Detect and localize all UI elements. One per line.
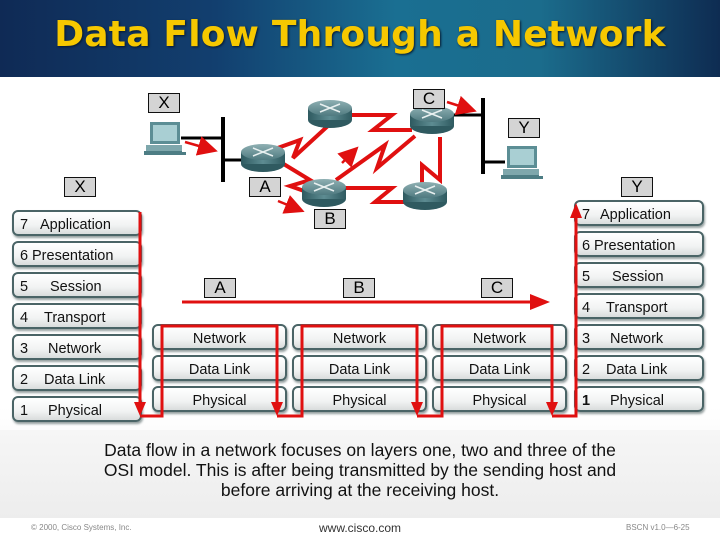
- layer-number: 1: [582, 393, 591, 409]
- router-icon[interactable]: [403, 182, 447, 210]
- osi-router-b-label: B: [343, 278, 375, 298]
- host-x-label: X: [148, 93, 180, 113]
- footer-url[interactable]: www.cisco.com: [0, 521, 720, 535]
- host-y-label: Y: [508, 118, 540, 138]
- sender-layer-application: 7 Application: [12, 210, 142, 236]
- layer-name: Session: [50, 279, 102, 295]
- link-bottom-c: [420, 137, 442, 185]
- layer-number: 3: [20, 341, 29, 357]
- router-b-layer-network: Network: [292, 324, 427, 350]
- layer-name: Network: [610, 331, 664, 347]
- layer-number: 4: [582, 300, 591, 316]
- router-icon[interactable]: [308, 100, 352, 128]
- router-c-layer-physical: Physical: [432, 386, 567, 412]
- layer-number: 3: [582, 331, 591, 347]
- receiver-layer-transport: 4 Transport: [574, 293, 704, 319]
- router-c-layer-network: Network: [432, 324, 567, 350]
- caption-text: Data flow in a network focuses on layers…: [40, 440, 680, 500]
- caption-line-3: before arriving at the receiving host.: [220, 480, 500, 500]
- layer-name: Physical: [610, 393, 664, 409]
- layer-name: Physical: [48, 403, 102, 419]
- arrow-c-to-lan: [446, 95, 477, 115]
- footer-slide-id: BSCN v1.0—6-25: [626, 523, 690, 532]
- layer-number: 4: [20, 310, 29, 326]
- receiver-layer-session: 5 Session: [574, 262, 704, 288]
- layer-number: 1: [20, 403, 29, 419]
- receiver-layer-application: 7 Application: [574, 200, 704, 226]
- layer-number: 6: [582, 238, 591, 254]
- layer-name: Data Link: [606, 362, 668, 378]
- layer-number: 6: [20, 248, 29, 264]
- layer-name: Transport: [606, 300, 668, 316]
- sender-layer-data-link: 2 Data Link: [12, 365, 142, 391]
- layer-number: 2: [20, 372, 29, 388]
- computer-icon[interactable]: [144, 122, 186, 155]
- caption-line-2: OSI model. This is after being transmitt…: [103, 460, 617, 480]
- layer-name: Transport: [44, 310, 106, 326]
- arrow-a-to-b: [277, 195, 305, 214]
- layer-number: 7: [20, 217, 29, 233]
- layer-number: 2: [582, 362, 591, 378]
- router-a-layer-data-link: Data Link: [152, 355, 287, 381]
- receiver-label: Y: [621, 177, 653, 197]
- arrow-b-to-c: [337, 146, 359, 168]
- router-b-layer-physical: Physical: [292, 386, 427, 412]
- router-icon[interactable]: [302, 179, 346, 207]
- sender-layer-physical: 1 Physical: [12, 396, 142, 422]
- layer-number: 7: [582, 207, 591, 223]
- osi-router-c-label: C: [481, 278, 513, 298]
- layer-number: 5: [20, 279, 29, 295]
- router-a-label: A: [249, 177, 281, 197]
- link-b-bottom: [345, 186, 405, 204]
- layer-number: 5: [582, 269, 591, 285]
- router-a-layer-physical: Physical: [152, 386, 287, 412]
- computer-icon[interactable]: [501, 146, 543, 179]
- sender-label: X: [64, 177, 96, 197]
- router-b-label: B: [314, 209, 346, 229]
- layer-name: Presentation: [32, 248, 114, 264]
- router-c-layer-data-link: Data Link: [432, 355, 567, 381]
- layer-name: Session: [612, 269, 664, 285]
- receiver-layer-data-link: 2 Data Link: [574, 355, 704, 381]
- arrow-x-to-lan: [184, 136, 218, 156]
- osi-router-a-label: A: [204, 278, 236, 298]
- link-top-c: [350, 113, 412, 132]
- router-icon[interactable]: [410, 106, 454, 134]
- router-c-label: C: [413, 89, 445, 109]
- layer-name: Application: [600, 207, 671, 223]
- router-a-layer-network: Network: [152, 324, 287, 350]
- caption-line-1: Data flow in a network focuses on layers…: [104, 440, 616, 460]
- lan-segment-y: [450, 98, 505, 174]
- sender-layer-transport: 4 Transport: [12, 303, 142, 329]
- layer-name: Application: [40, 217, 111, 233]
- receiver-layer-presentation: 6 Presentation: [574, 231, 704, 257]
- receiver-layer-physical: 1 Physical: [574, 386, 704, 412]
- router-icon[interactable]: [241, 144, 285, 172]
- sender-layer-network: 3 Network: [12, 334, 142, 360]
- receiver-layer-network: 3 Network: [574, 324, 704, 350]
- sender-layer-presentation: 6 Presentation: [12, 241, 142, 267]
- layer-name: Data Link: [44, 372, 106, 388]
- sender-layer-session: 5 Session: [12, 272, 142, 298]
- router-b-layer-data-link: Data Link: [292, 355, 427, 381]
- layer-name: Presentation: [594, 238, 676, 254]
- layer-name: Network: [48, 341, 102, 357]
